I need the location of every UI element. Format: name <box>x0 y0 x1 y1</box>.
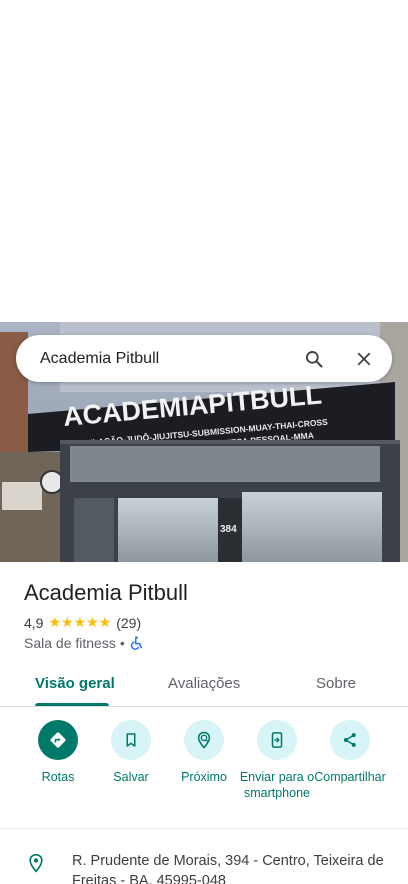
location-pin-icon <box>29 853 43 873</box>
review-count[interactable]: (29) <box>116 615 141 631</box>
search-input[interactable]: Academia Pitbull <box>40 350 294 368</box>
send-to-phone-label: Enviar para o smartphone <box>239 770 315 800</box>
search-icon <box>306 350 323 367</box>
close-icon <box>357 352 371 365</box>
map-area[interactable] <box>0 0 408 322</box>
action-buttons: Rotas Salvar Próximo Enviar para o smart… <box>0 720 408 820</box>
share-button[interactable]: Compartilhar <box>310 720 390 785</box>
place-title: Academia Pitbull <box>24 580 188 605</box>
building-number: 384 <box>220 524 237 535</box>
save-button[interactable]: Salvar <box>91 720 171 785</box>
save-circle <box>111 720 151 760</box>
clear-search-button[interactable] <box>344 339 384 379</box>
rating-row[interactable]: 4,9 ★★★★★ (29) <box>24 614 141 631</box>
separator-dot: • <box>119 635 125 651</box>
address-text: R. Prudente de Morais, 394 - Centro, Tei… <box>72 853 384 884</box>
directions-circle <box>38 720 78 760</box>
send-to-phone-circle <box>257 720 297 760</box>
search-button[interactable] <box>294 339 334 379</box>
nearby-label: Próximo <box>181 770 227 784</box>
share-icon <box>343 733 356 747</box>
share-circle <box>330 720 370 760</box>
rating-value: 4,9 <box>24 614 44 631</box>
directions-label: Rotas <box>41 770 75 784</box>
tab-overview[interactable]: Visão geral <box>35 675 115 692</box>
wheelchair-icon <box>130 636 142 650</box>
share-label: Compartilhar <box>314 770 386 784</box>
place-category: Sala de fitness <box>24 635 116 651</box>
save-label: Salvar <box>113 770 149 784</box>
section-divider <box>0 828 408 829</box>
tab-about[interactable]: Sobre <box>316 675 356 692</box>
nearby-icon <box>197 731 211 749</box>
send-to-phone-icon <box>271 732 283 748</box>
nearby-circle <box>184 720 224 760</box>
directions-button[interactable]: Rotas <box>18 720 98 785</box>
search-bar[interactable]: Academia Pitbull <box>16 335 392 382</box>
star-rating-icon: ★★★★★ <box>48 614 112 630</box>
directions-icon <box>50 732 66 748</box>
active-tab-indicator <box>35 703 109 706</box>
tab-bar: Visão geral Avaliações Sobre <box>0 665 408 707</box>
bookmark-icon <box>126 733 136 747</box>
send-to-phone-button[interactable]: Enviar para o smartphone <box>237 720 317 801</box>
category-row: Sala de fitness • <box>24 635 145 651</box>
nearby-button[interactable]: Próximo <box>164 720 244 785</box>
tab-reviews[interactable]: Avaliações <box>168 675 240 692</box>
